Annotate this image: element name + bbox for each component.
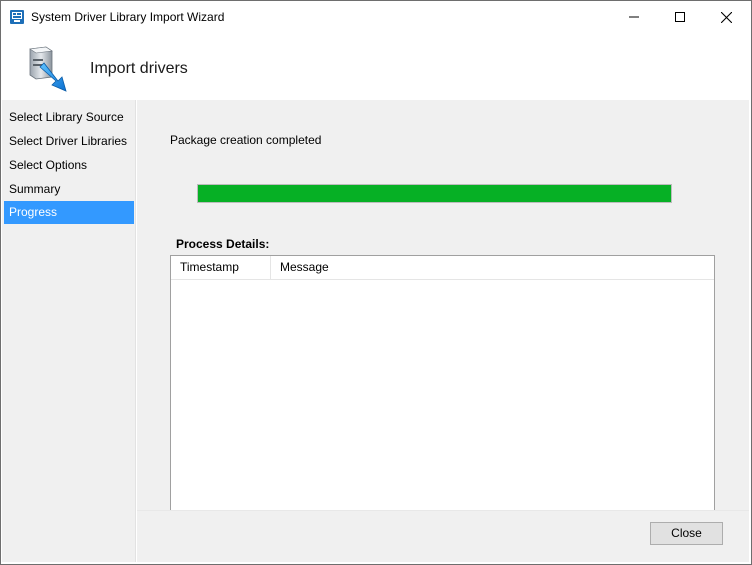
title-bar[interactable]: System Driver Library Import Wizard — [1, 1, 751, 33]
nav-item-progress[interactable]: Progress — [4, 201, 134, 224]
maximize-button[interactable] — [657, 1, 703, 33]
progress-bar — [197, 184, 672, 203]
status-text: Package creation completed — [170, 133, 322, 147]
close-window-button[interactable] — [703, 1, 749, 33]
nav-item-summary[interactable]: Summary — [4, 178, 134, 201]
maximize-icon — [675, 12, 685, 22]
page-title: Import drivers — [90, 60, 188, 77]
app-icon[interactable] — [9, 9, 25, 25]
close-icon — [720, 11, 732, 23]
process-details-label: Process Details: — [176, 237, 270, 251]
close-button[interactable]: Close — [650, 522, 723, 545]
wizard-footer: Close — [137, 510, 749, 562]
nav-item-select-library-source[interactable]: Select Library Source — [4, 106, 134, 129]
column-header-timestamp[interactable]: Timestamp — [171, 256, 271, 279]
progress-panel: Package creation completed Process Detai… — [137, 100, 749, 510]
column-header-message[interactable]: Message — [271, 256, 711, 279]
minimize-icon — [629, 16, 639, 18]
wizard-window: System Driver Library Import Wizard Impo… — [0, 0, 752, 565]
wizard-header: Import drivers — [2, 37, 749, 100]
import-drivers-icon — [20, 45, 78, 99]
process-details-table[interactable]: Timestamp Message — [170, 255, 715, 510]
nav-item-select-options[interactable]: Select Options — [4, 154, 134, 177]
window-title: System Driver Library Import Wizard — [31, 10, 225, 24]
nav-item-select-driver-libraries[interactable]: Select Driver Libraries — [4, 130, 134, 153]
table-header: Timestamp Message — [171, 256, 714, 280]
progress-bar-fill — [198, 185, 671, 202]
minimize-button[interactable] — [611, 1, 657, 33]
wizard-steps-nav: Select Library Source Select Driver Libr… — [2, 100, 136, 562]
